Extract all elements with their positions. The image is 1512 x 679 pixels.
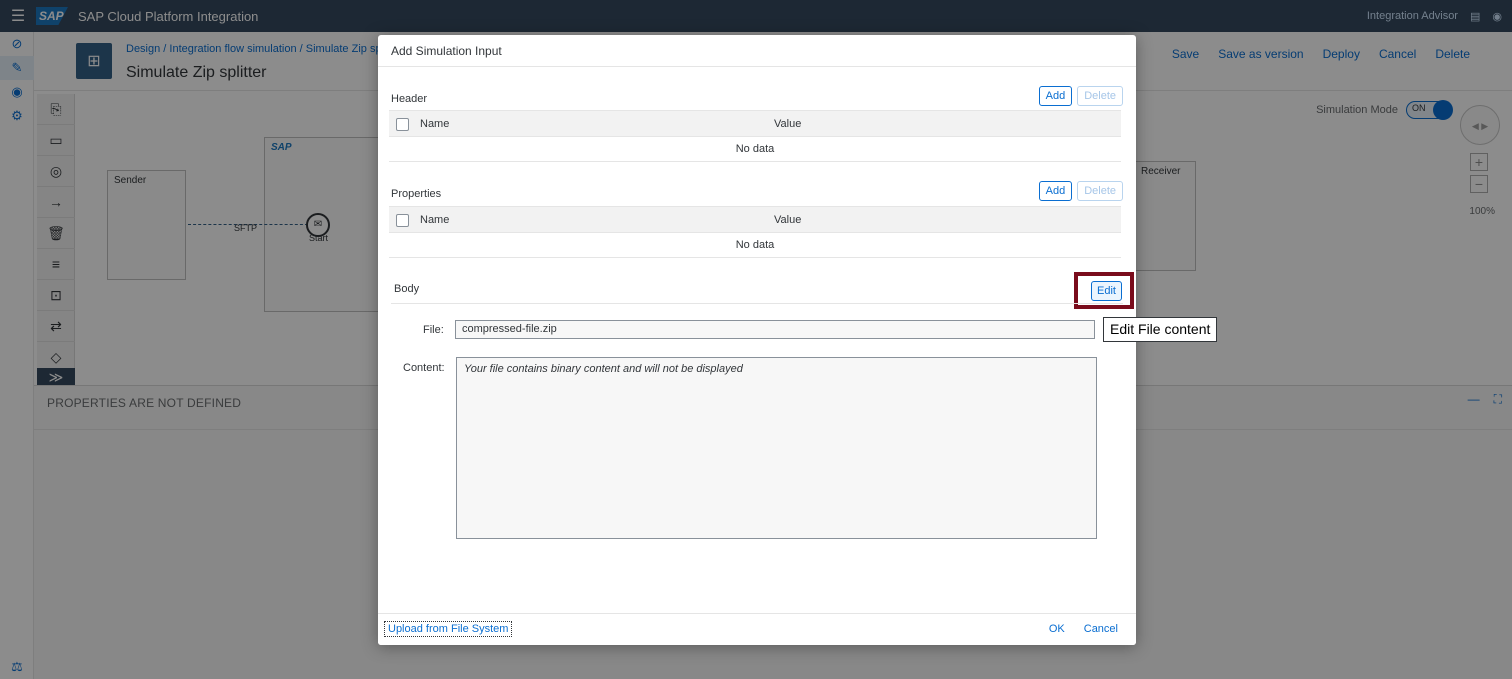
dialog-title: Add Simulation Input [378,35,1136,67]
edit-body-button[interactable]: Edit [1091,281,1122,301]
properties-section-title: Properties [391,188,442,200]
header-col-value: Value [774,118,802,130]
properties-select-all-checkbox[interactable] [396,214,409,227]
header-add-button[interactable]: Add [1038,86,1073,106]
body-section-title: Body [394,283,420,295]
header-col-name: Name [420,118,450,130]
ok-button[interactable]: OK [1049,623,1065,635]
dialog-cancel-button[interactable]: Cancel [1084,623,1118,635]
properties-col-name: Name [420,214,450,226]
properties-no-data: No data [389,233,1121,258]
header-section: Header Add Delete Name Value No data [389,86,1123,162]
properties-section: Properties Add Delete Name Value No data [389,181,1123,258]
upload-from-file-system-button[interactable]: Upload from File System [384,621,513,637]
header-delete-button[interactable]: Delete [1077,86,1123,106]
header-section-title: Header [391,93,428,105]
properties-table-head: Name Value [389,206,1121,233]
properties-col-value: Value [774,214,802,226]
properties-delete-button[interactable]: Delete [1077,181,1123,201]
dialog-footer: Upload from File System OK Cancel [378,613,1136,645]
header-select-all-checkbox[interactable] [396,118,409,131]
file-name-field[interactable]: compressed-file.zip [455,320,1095,339]
add-simulation-input-dialog: Add Simulation Input Header Add Delete N… [378,35,1136,645]
header-no-data: No data [389,137,1121,162]
content-label: Content: [403,362,445,374]
header-table-head: Name Value [389,110,1121,137]
file-label: File: [423,324,444,336]
properties-add-button[interactable]: Add [1038,181,1073,201]
body-divider [391,303,1123,304]
edit-file-content-tooltip: Edit File content [1103,317,1218,342]
content-textarea[interactable]: Your file contains binary content and wi… [456,357,1097,539]
